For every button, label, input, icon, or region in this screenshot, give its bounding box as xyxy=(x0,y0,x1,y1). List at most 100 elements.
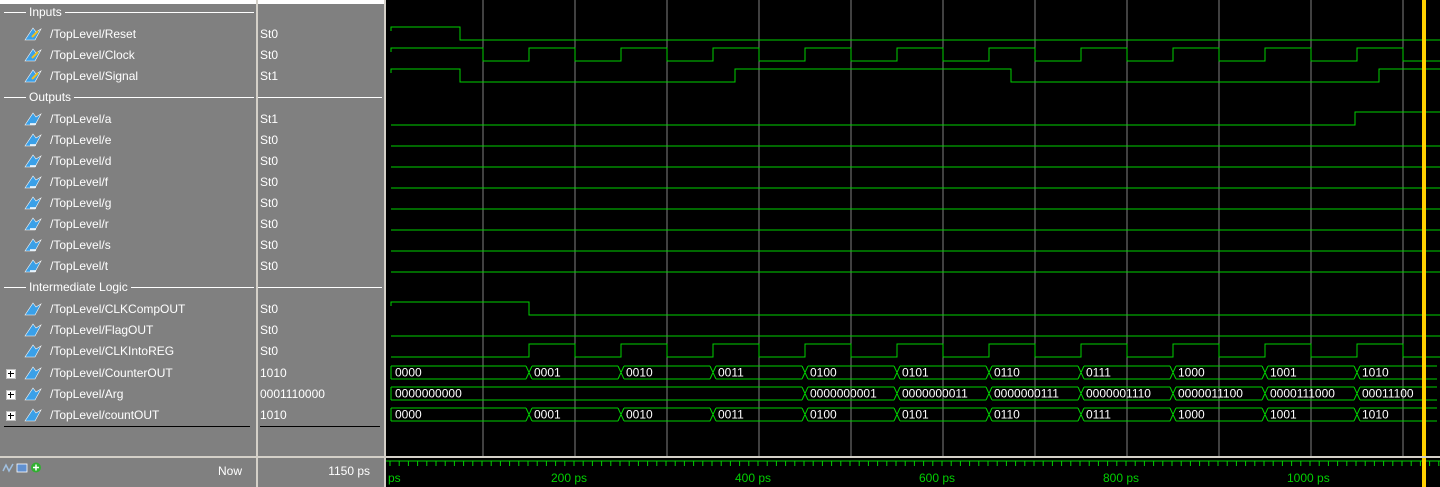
bus-counterout-value: 1010 xyxy=(1362,366,1389,380)
output-signal-icon xyxy=(24,112,42,126)
internal-signal-icon xyxy=(24,323,42,337)
bus-countout-value: 0110 xyxy=(994,408,1020,422)
signal-row-countout[interactable]: /TopLevel/countOUT xyxy=(0,404,256,425)
time-label: ps xyxy=(388,471,401,485)
wave-a xyxy=(391,111,1440,126)
value-cell: St1 xyxy=(260,69,279,83)
expand-icon[interactable] xyxy=(6,411,16,421)
signal-row-signal[interactable]: /TopLevel/Signal xyxy=(0,65,256,86)
input-signal-icon xyxy=(24,48,42,62)
expand-icon[interactable] xyxy=(6,369,16,379)
wave-clkcompout xyxy=(390,301,1440,316)
add-cursor-icon[interactable] xyxy=(30,462,42,473)
signal-row-flagout[interactable]: /TopLevel/FlagOUT xyxy=(0,319,256,340)
bus-countout-value: 1001 xyxy=(1270,408,1297,422)
wave-tool-icon[interactable] xyxy=(2,462,14,473)
value-cell: St0 xyxy=(260,323,279,337)
signal-name: /TopLevel/g xyxy=(50,196,112,210)
signal-row-arg[interactable]: /TopLevel/Arg xyxy=(0,383,256,404)
bus-arg-value: 0000001110 xyxy=(1086,387,1151,401)
bus-counterout-value: 0101 xyxy=(902,366,929,380)
signal-row-clkcompout[interactable]: /TopLevel/CLKCompOUT xyxy=(0,298,256,319)
bus-arg-value: 0000000111 xyxy=(994,387,1059,401)
signal-name: /TopLevel/d xyxy=(50,154,112,168)
output-signal-icon xyxy=(24,175,42,189)
bus-arg-value: 0000111000 xyxy=(1270,387,1335,401)
internal-signal-icon xyxy=(24,344,42,358)
value-cell: St0 xyxy=(260,259,279,273)
value-cell: St0 xyxy=(260,302,279,316)
bus-counterout-value: 0001 xyxy=(534,366,561,380)
signal-row-e[interactable]: /TopLevel/e xyxy=(0,129,256,150)
signal-name: /TopLevel/Reset xyxy=(50,27,137,41)
window-icon[interactable] xyxy=(16,462,28,473)
bus-counterout-value: 0011 xyxy=(718,366,744,380)
signal-row-r[interactable]: /TopLevel/r xyxy=(0,213,256,234)
signal-name: /TopLevel/e xyxy=(50,133,112,147)
group-outputs[interactable]: Outputs xyxy=(0,87,256,108)
bus-countout-value: 1010 xyxy=(1362,408,1389,422)
value-cell: St0 xyxy=(260,238,279,252)
bus-countout-value: 0011 xyxy=(718,408,744,422)
group-inputs[interactable]: Inputs xyxy=(0,2,256,23)
signal-name: /TopLevel/a xyxy=(50,112,112,126)
bus-counterout-value: 0000 xyxy=(395,366,422,380)
time-label: 200 ps xyxy=(551,471,587,485)
pane-top-bar xyxy=(258,0,384,4)
signal-name: /TopLevel/CLKCompOUT xyxy=(50,302,186,316)
signal-names-pane: Inputs /TopLevel/Reset /TopLevel/Clock /… xyxy=(0,0,256,456)
time-label: 800 ps xyxy=(1103,471,1139,485)
value-cell: St0 xyxy=(260,27,279,41)
value-cell: St0 xyxy=(260,344,279,358)
signal-row-s[interactable]: /TopLevel/s xyxy=(0,234,256,255)
bus-signal-icon xyxy=(24,387,42,401)
signal-row-f[interactable]: /TopLevel/f xyxy=(0,171,256,192)
now-label-cell: Now xyxy=(0,458,256,487)
signal-row-reset[interactable]: /TopLevel/Reset xyxy=(0,23,256,44)
value-cell: St0 xyxy=(260,133,279,147)
internal-signal-icon xyxy=(24,302,42,316)
bus-counterout-value: 1000 xyxy=(1178,366,1205,380)
value-cell: St0 xyxy=(260,217,279,231)
time-label: 400 ps xyxy=(735,471,771,485)
bus-countout-value: 0101 xyxy=(902,408,929,422)
output-signal-icon xyxy=(24,217,42,231)
signal-row-g[interactable]: /TopLevel/g xyxy=(0,192,256,213)
value-cell: St1 xyxy=(260,112,279,126)
bus-signal-icon xyxy=(24,366,42,380)
value-cell: St0 xyxy=(260,48,279,62)
signal-name: /TopLevel/CounterOUT xyxy=(50,366,173,380)
now-value: 1150 ps xyxy=(328,464,370,478)
signal-row-a[interactable]: /TopLevel/a xyxy=(0,108,256,129)
signal-name: /TopLevel/countOUT xyxy=(50,408,160,422)
now-label: Now xyxy=(217,464,242,478)
output-signal-icon xyxy=(24,238,42,252)
wave-signal xyxy=(390,68,1440,83)
time-ruler[interactable]: ps 200 ps 400 ps 600 ps 800 ps 1000 ps xyxy=(386,458,1440,487)
bus-counterout-value: 0110 xyxy=(994,366,1020,380)
group-label: Intermediate Logic xyxy=(26,280,131,294)
time-label: 1000 ps xyxy=(1287,471,1330,485)
signal-name: /TopLevel/Clock xyxy=(50,48,135,62)
wave-clkintoreg xyxy=(391,343,1440,358)
input-signal-icon xyxy=(24,27,42,41)
bus-arg-value: 0000000001 xyxy=(810,387,877,401)
bus-counterout-value: 0111 xyxy=(1086,366,1111,380)
bus-countout-value: 1000 xyxy=(1178,408,1205,422)
signal-name: /TopLevel/s xyxy=(50,238,111,252)
expand-icon[interactable] xyxy=(6,390,16,400)
group-intermediate-logic[interactable]: Intermediate Logic xyxy=(0,277,256,298)
signal-row-clock[interactable]: /TopLevel/Clock xyxy=(0,44,256,65)
signal-row-clkintoreg[interactable]: /TopLevel/CLKIntoREG xyxy=(0,340,256,361)
group-divider xyxy=(258,287,382,288)
waveform-canvas[interactable]: 0000 0001 0010 0011 0100 0101 0110 0111 1000 1001… xyxy=(386,0,1440,456)
signal-row-d[interactable]: /TopLevel/d xyxy=(0,150,256,171)
time-cursor xyxy=(1422,0,1426,456)
group-label: Outputs xyxy=(26,90,75,104)
signal-values-pane: St0 St0 St1 St1 St0 St0 St0 St0 St0 St0 … xyxy=(258,0,384,456)
wave-clock xyxy=(390,47,1440,62)
signal-name: /TopLevel/t xyxy=(50,259,109,273)
time-cursor-marker xyxy=(1422,458,1426,487)
signal-row-counterout[interactable]: /TopLevel/CounterOUT xyxy=(0,362,256,383)
signal-row-t[interactable]: /TopLevel/t xyxy=(0,255,256,276)
